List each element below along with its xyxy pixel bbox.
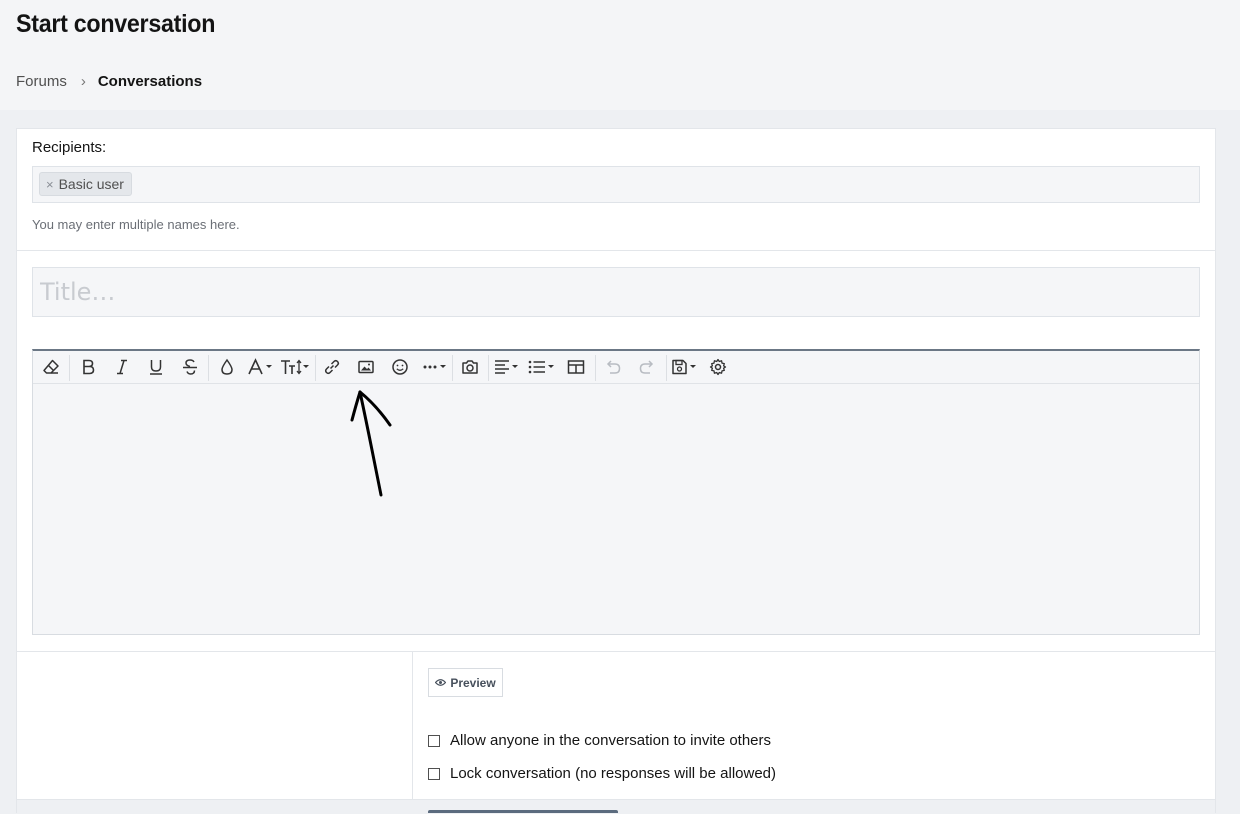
editor-toolbar — [33, 351, 1199, 384]
breadcrumb-forums-link[interactable]: Forums — [16, 73, 67, 90]
toolbar-separator — [666, 355, 667, 381]
title-input[interactable] — [32, 267, 1200, 317]
text-color-icon[interactable] — [214, 355, 240, 379]
footer-label-column — [17, 652, 412, 812]
toolbar-separator — [208, 355, 209, 381]
conversation-form: Recipients: × Basic user You may enter m… — [16, 128, 1216, 814]
allow-invite-checkbox[interactable] — [428, 734, 440, 747]
insert-link-icon[interactable] — [319, 355, 345, 379]
redo-icon[interactable] — [634, 355, 660, 379]
lock-conversation-option[interactable]: Lock conversation (no responses will be … — [428, 765, 776, 782]
chevron-right-icon: › — [80, 73, 86, 90]
preview-label: Preview — [450, 675, 496, 690]
strikethrough-icon[interactable] — [177, 355, 203, 379]
underline-icon[interactable] — [143, 355, 169, 379]
font-size-icon[interactable] — [280, 355, 312, 379]
lock-conversation-checkbox[interactable] — [428, 767, 440, 780]
divider — [412, 652, 413, 812]
toolbar-separator — [69, 355, 70, 381]
font-family-icon[interactable] — [247, 355, 277, 379]
editor-body[interactable] — [33, 384, 1199, 634]
settings-icon[interactable] — [705, 355, 731, 379]
toolbar-separator — [452, 355, 453, 381]
eye-icon — [435, 676, 447, 690]
divider — [17, 250, 1215, 251]
alignment-icon[interactable] — [493, 355, 523, 379]
toolbar-separator — [315, 355, 316, 381]
allow-invite-option[interactable]: Allow anyone in the conversation to invi… — [428, 732, 771, 749]
recipients-label: Recipients: — [32, 139, 107, 156]
page-header: Start conversation Forums › Conversation… — [0, 0, 1240, 110]
recipient-token: × Basic user — [39, 172, 132, 196]
bold-icon[interactable] — [75, 355, 101, 379]
more-options-icon[interactable] — [419, 355, 451, 379]
message-editor — [32, 349, 1200, 635]
smilies-icon[interactable] — [387, 355, 413, 379]
list-icon[interactable] — [527, 355, 559, 379]
remove-token-icon[interactable]: × — [46, 177, 54, 192]
italic-icon[interactable] — [109, 355, 135, 379]
breadcrumb-current[interactable]: Conversations — [98, 73, 202, 90]
drafts-icon[interactable] — [671, 355, 701, 379]
remove-format-icon[interactable] — [38, 355, 64, 379]
toolbar-separator — [488, 355, 489, 381]
undo-icon[interactable] — [600, 355, 626, 379]
breadcrumb: Forums › Conversations — [16, 73, 202, 90]
table-icon[interactable] — [563, 355, 589, 379]
recipients-input[interactable]: × Basic user — [32, 166, 1200, 203]
preview-button[interactable]: Preview — [428, 668, 503, 697]
lock-conversation-label: Lock conversation (no responses will be … — [450, 765, 777, 782]
recipient-token-label: Basic user — [58, 176, 124, 192]
media-icon[interactable] — [457, 355, 483, 379]
recipients-hint: You may enter multiple names here. — [32, 217, 240, 232]
page-title: Start conversation — [16, 10, 216, 38]
toolbar-separator — [595, 355, 596, 381]
insert-image-icon[interactable] — [353, 355, 379, 379]
allow-invite-label: Allow anyone in the conversation to invi… — [450, 732, 772, 749]
